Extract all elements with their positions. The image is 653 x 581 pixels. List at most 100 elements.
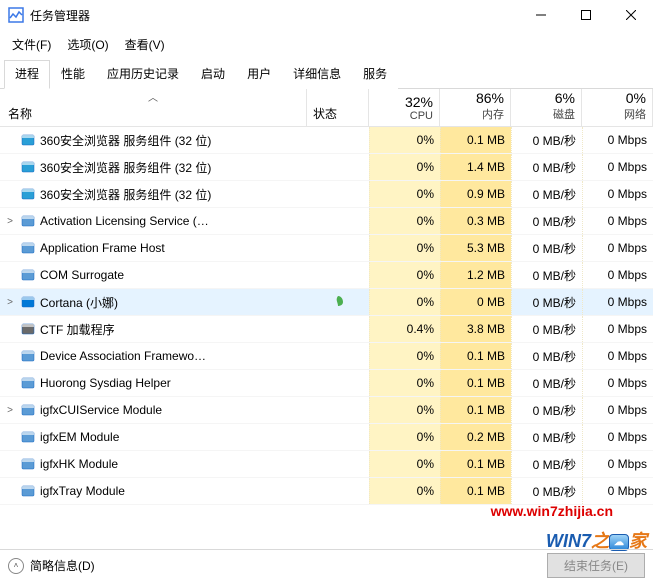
process-row[interactable]: >Cortana (小娜)0%0 MB0 MB/秒0 Mbps: [0, 289, 653, 316]
cell-name: igfxTray Module: [0, 483, 307, 499]
process-row[interactable]: Huorong Sysdiag Helper0%0.1 MB0 MB/秒0 Mb…: [0, 370, 653, 397]
cell-disk: 0 MB/秒: [511, 262, 582, 288]
disk-label: 磁盘: [517, 106, 575, 122]
cell-cpu: 0%: [369, 289, 440, 315]
expand-icon[interactable]: >: [4, 405, 16, 416]
process-row[interactable]: igfxTray Module0%0.1 MB0 MB/秒0 Mbps: [0, 478, 653, 505]
sort-indicator-icon: ︿: [148, 89, 158, 104]
process-icon: [20, 429, 36, 445]
cell-name: 360安全浏览器 服务组件 (32 位): [0, 159, 307, 176]
process-icon: [20, 321, 36, 337]
col-name[interactable]: ︿ 名称: [0, 89, 307, 126]
close-button[interactable]: [608, 0, 653, 30]
process-icon: [20, 132, 36, 148]
cell-cpu: 0%: [369, 262, 440, 288]
cell-mem: 0 MB: [440, 289, 511, 315]
process-row[interactable]: Application Frame Host0%5.3 MB0 MB/秒0 Mb…: [0, 235, 653, 262]
process-row[interactable]: COM Surrogate0%1.2 MB0 MB/秒0 Mbps: [0, 262, 653, 289]
col-status[interactable]: 状态: [307, 89, 369, 126]
menu-options[interactable]: 选项(O): [59, 32, 116, 57]
app-icon: [8, 7, 24, 23]
col-cpu[interactable]: 32% CPU: [369, 89, 440, 126]
process-row[interactable]: igfxEM Module0%0.2 MB0 MB/秒0 Mbps: [0, 424, 653, 451]
cell-disk: 0 MB/秒: [511, 451, 582, 477]
process-name: 360安全浏览器 服务组件 (32 位): [40, 132, 211, 149]
col-status-label: 状态: [313, 105, 337, 122]
brief-info-label: 简略信息(D): [30, 557, 95, 574]
cpu-pct: 32%: [375, 94, 433, 110]
cell-cpu: 0%: [369, 343, 440, 369]
memory-pct: 86%: [446, 90, 504, 106]
process-name: Activation Licensing Service (…: [40, 214, 209, 228]
cell-name: COM Surrogate: [0, 267, 307, 283]
cell-name: igfxEM Module: [0, 429, 307, 445]
cell-net: 0 Mbps: [582, 208, 653, 234]
process-name: CTF 加载程序: [40, 321, 115, 338]
cell-disk: 0 MB/秒: [511, 154, 582, 180]
cell-cpu: 0%: [369, 154, 440, 180]
process-row[interactable]: igfxHK Module0%0.1 MB0 MB/秒0 Mbps: [0, 451, 653, 478]
cell-name: CTF 加载程序: [0, 321, 307, 338]
cell-disk: 0 MB/秒: [511, 397, 582, 423]
tab-performance[interactable]: 性能: [50, 60, 96, 89]
cell-disk: 0 MB/秒: [511, 181, 582, 207]
process-row[interactable]: 360安全浏览器 服务组件 (32 位)0%0.1 MB0 MB/秒0 Mbps: [0, 127, 653, 154]
expand-icon[interactable]: >: [4, 216, 16, 227]
brief-info-toggle[interactable]: ˄ 简略信息(D): [8, 557, 95, 574]
tab-history[interactable]: 应用历史记录: [96, 60, 190, 89]
cell-name: 360安全浏览器 服务组件 (32 位): [0, 186, 307, 203]
cell-disk: 0 MB/秒: [511, 424, 582, 450]
cell-name: 360安全浏览器 服务组件 (32 位): [0, 132, 307, 149]
process-name: igfxTray Module: [40, 484, 125, 498]
cell-cpu: 0%: [369, 208, 440, 234]
cell-disk: 0 MB/秒: [511, 127, 582, 153]
cell-cpu: 0%: [369, 181, 440, 207]
process-row[interactable]: CTF 加载程序0.4%3.8 MB0 MB/秒0 Mbps: [0, 316, 653, 343]
process-icon: [20, 186, 36, 202]
col-memory[interactable]: 86% 内存: [440, 89, 511, 126]
tab-users[interactable]: 用户: [236, 60, 282, 89]
cell-status: [307, 294, 369, 310]
process-name: 360安全浏览器 服务组件 (32 位): [40, 159, 211, 176]
maximize-button[interactable]: [563, 0, 608, 30]
process-icon: [20, 402, 36, 418]
menubar: 文件(F) 选项(O) 查看(V): [0, 30, 653, 59]
cell-mem: 0.3 MB: [440, 208, 511, 234]
cell-mem: 0.1 MB: [440, 397, 511, 423]
tab-details[interactable]: 详细信息: [282, 60, 352, 89]
footer: ˄ 简略信息(D) 结束任务(E): [0, 549, 653, 581]
cell-net: 0 Mbps: [582, 397, 653, 423]
cell-mem: 3.8 MB: [440, 316, 511, 342]
minimize-button[interactable]: [518, 0, 563, 30]
menu-view[interactable]: 查看(V): [117, 32, 173, 57]
col-network[interactable]: 0% 网络: [582, 89, 653, 126]
process-row[interactable]: >igfxCUIService Module0%0.1 MB0 MB/秒0 Mb…: [0, 397, 653, 424]
tab-processes[interactable]: 进程: [4, 60, 50, 89]
cell-name: Application Frame Host: [0, 240, 307, 256]
tab-startup[interactable]: 启动: [190, 60, 236, 89]
cell-name: igfxHK Module: [0, 456, 307, 472]
tab-services[interactable]: 服务: [352, 60, 398, 89]
process-icon: [20, 267, 36, 283]
expand-icon[interactable]: >: [4, 297, 16, 308]
end-task-button[interactable]: 结束任务(E): [547, 553, 645, 578]
window-title: 任务管理器: [30, 7, 90, 24]
watermark-url: www.win7zhijia.cn: [491, 503, 613, 519]
cell-cpu: 0%: [369, 370, 440, 396]
col-name-label: 名称: [8, 105, 32, 122]
process-name: Device Association Framewo…: [40, 349, 206, 363]
process-row[interactable]: > Activation Licensing Service (… 0%0.3 MB…: [0, 208, 653, 235]
process-row[interactable]: Device Association Framewo…0%0.1 MB0 MB/…: [0, 343, 653, 370]
process-icon: [20, 294, 36, 310]
leaf-icon: [332, 294, 344, 310]
col-disk[interactable]: 6% 磁盘: [511, 89, 582, 126]
process-row[interactable]: 360安全浏览器 服务组件 (32 位)0%1.4 MB0 MB/秒0 Mbps: [0, 154, 653, 181]
cell-name: Huorong Sysdiag Helper: [0, 375, 307, 391]
cell-net: 0 Mbps: [582, 181, 653, 207]
cell-disk: 0 MB/秒: [511, 370, 582, 396]
process-name: igfxCUIService Module: [40, 403, 162, 417]
process-icon: [20, 240, 36, 256]
process-list[interactable]: 360安全浏览器 服务组件 (32 位)0%0.1 MB0 MB/秒0 Mbps…: [0, 127, 653, 505]
menu-file[interactable]: 文件(F): [4, 32, 59, 57]
process-row[interactable]: 360安全浏览器 服务组件 (32 位)0%0.9 MB0 MB/秒0 Mbps: [0, 181, 653, 208]
